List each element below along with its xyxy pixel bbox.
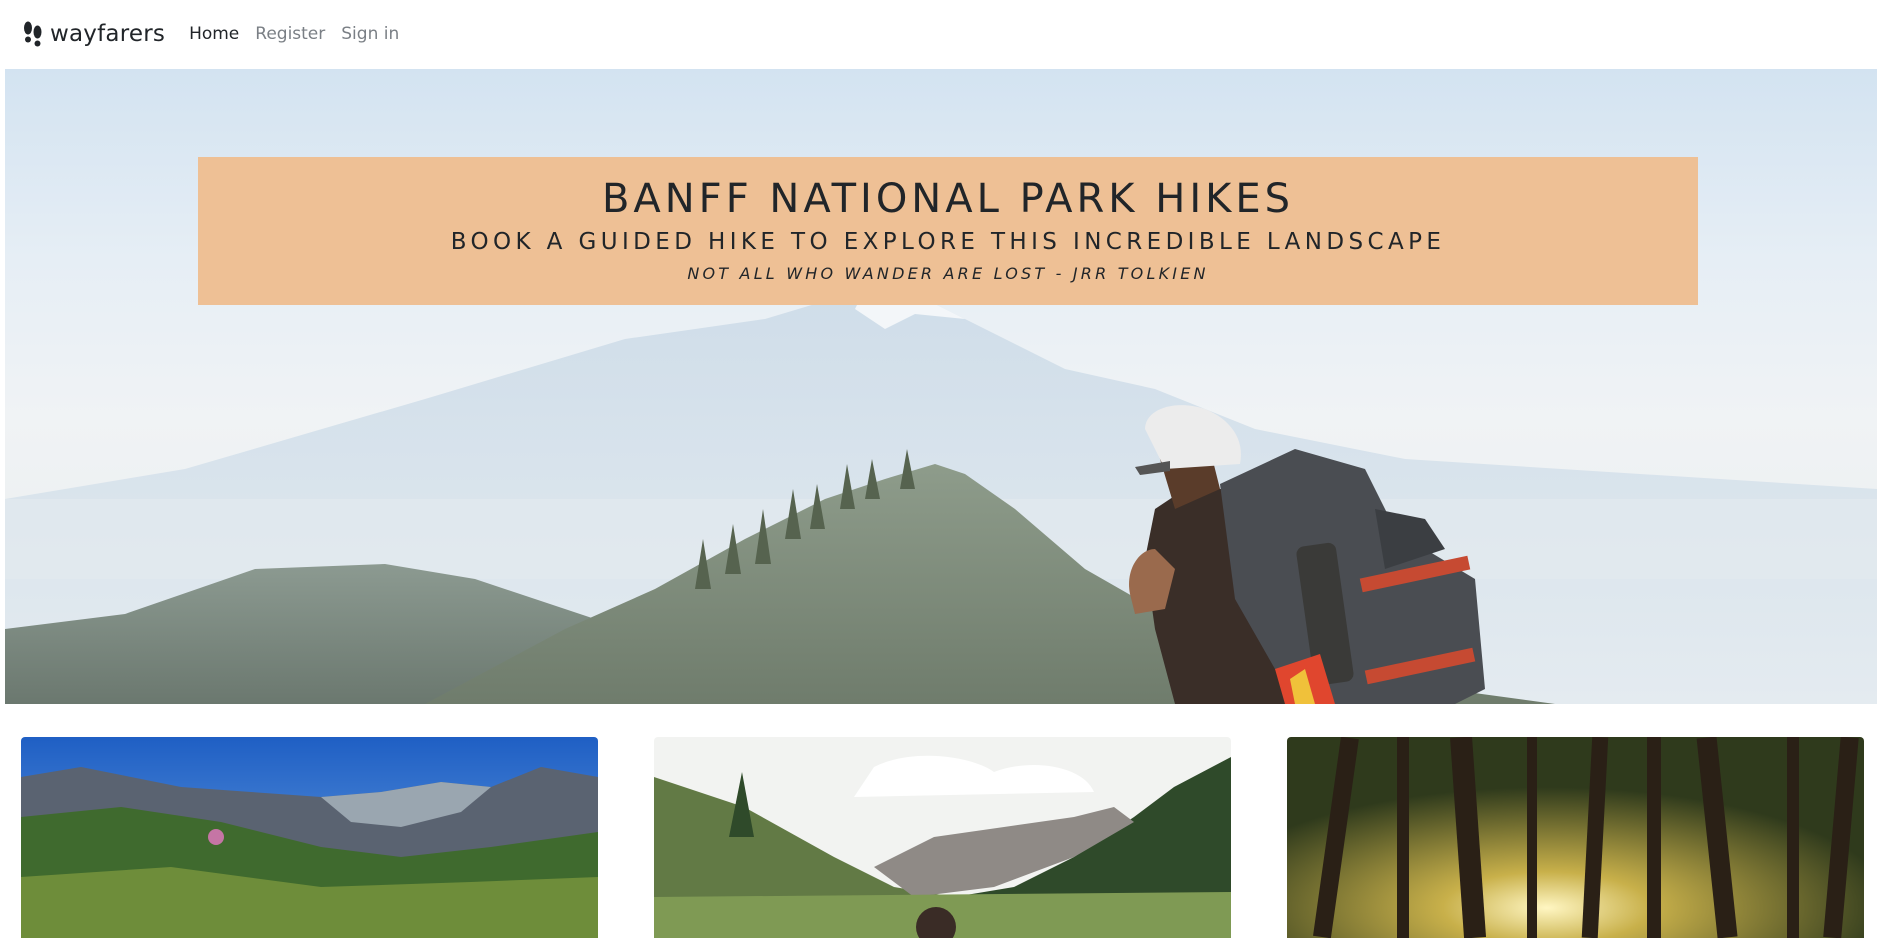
card-mountain-meadow[interactable] bbox=[21, 737, 598, 938]
card-forest-sunlight[interactable] bbox=[1287, 737, 1864, 938]
footprints-icon bbox=[24, 21, 42, 47]
valley-hiker-photo bbox=[654, 737, 1231, 938]
mountain-meadow-photo bbox=[21, 737, 598, 938]
hero-title: BANFF NATIONAL PARK HIKES bbox=[601, 176, 1295, 222]
nav-link-sign-in[interactable]: Sign in bbox=[341, 24, 399, 44]
hero-section: BANFF NATIONAL PARK HIKES BOOK A GUIDED … bbox=[5, 69, 1877, 704]
brand-name: wayfarers bbox=[50, 21, 166, 47]
nav-link-register[interactable]: Register bbox=[255, 24, 325, 44]
brand-link[interactable]: wayfarers bbox=[22, 21, 165, 47]
hero-subtitle: BOOK A GUIDED HIKE TO EXPLORE THIS INCRE… bbox=[450, 229, 1446, 255]
navbar: wayfarers Home Register Sign in bbox=[0, 0, 1884, 68]
card-valley-hiker[interactable] bbox=[654, 737, 1231, 938]
hero-banner: BANFF NATIONAL PARK HIKES BOOK A GUIDED … bbox=[198, 157, 1698, 305]
forest-sunlight-photo bbox=[1287, 737, 1864, 938]
hero-quote: NOT ALL WHO WANDER ARE LOST - JRR TOLKIE… bbox=[687, 263, 1209, 283]
nav-link-home[interactable]: Home bbox=[189, 24, 239, 44]
